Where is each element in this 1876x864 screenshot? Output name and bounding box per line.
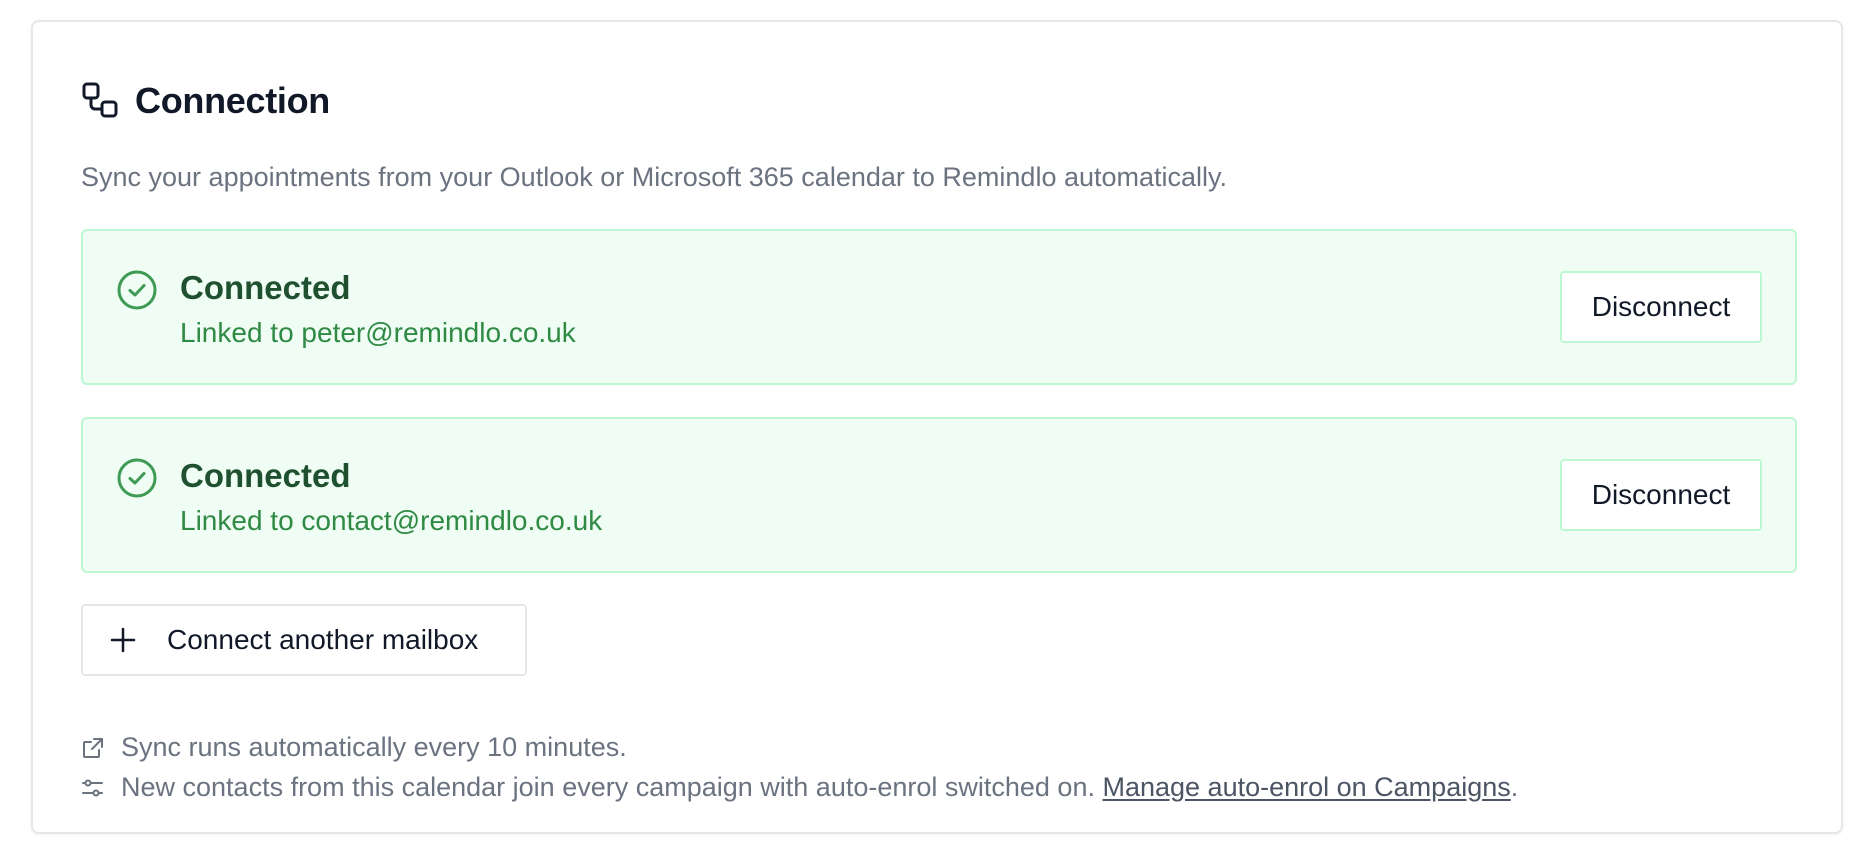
mailbox-card: Connected Linked to contact@remindlo.co.… <box>81 417 1797 573</box>
section-title: Connection <box>135 80 330 121</box>
auto-enrol-footnote: New contacts from this calendar join eve… <box>81 772 1518 803</box>
connection-card: Connection Sync your appointments from y… <box>31 20 1843 834</box>
linked-email: Linked to contact@remindlo.co.uk <box>180 505 603 536</box>
manage-auto-enrol-link[interactable]: Manage auto-enrol on Campaigns <box>1102 772 1510 803</box>
check-circle-icon <box>117 270 157 310</box>
auto-enrol-text: New contacts from this calendar join eve… <box>121 772 1095 802</box>
plus-icon <box>110 627 136 653</box>
external-link-icon <box>83 737 103 758</box>
check-circle-icon <box>117 458 157 498</box>
auto-enrol-suffix: . <box>1510 772 1519 802</box>
sliders-icon <box>82 779 103 796</box>
connection-icon <box>82 82 118 118</box>
mailbox-card: Connected Linked to peter@remindlo.co.uk… <box>81 229 1797 385</box>
sync-footnote: Sync runs automatically every 10 minutes… <box>81 732 627 763</box>
connection-status: Connected <box>180 269 351 306</box>
linked-email: Linked to peter@remindlo.co.uk <box>180 317 576 348</box>
connect-another-mailbox-button[interactable]: Connect another mailbox <box>81 604 527 676</box>
section-header: Connection <box>81 80 330 122</box>
sync-footnote-text: Sync runs automatically every 10 minutes… <box>121 732 627 762</box>
disconnect-button[interactable]: Disconnect <box>1560 271 1762 343</box>
connect-button-label: Connect another mailbox <box>167 624 479 655</box>
connection-status: Connected <box>180 457 351 494</box>
section-subtitle: Sync your appointments from your Outlook… <box>81 162 1228 192</box>
disconnect-button[interactable]: Disconnect <box>1560 459 1762 531</box>
